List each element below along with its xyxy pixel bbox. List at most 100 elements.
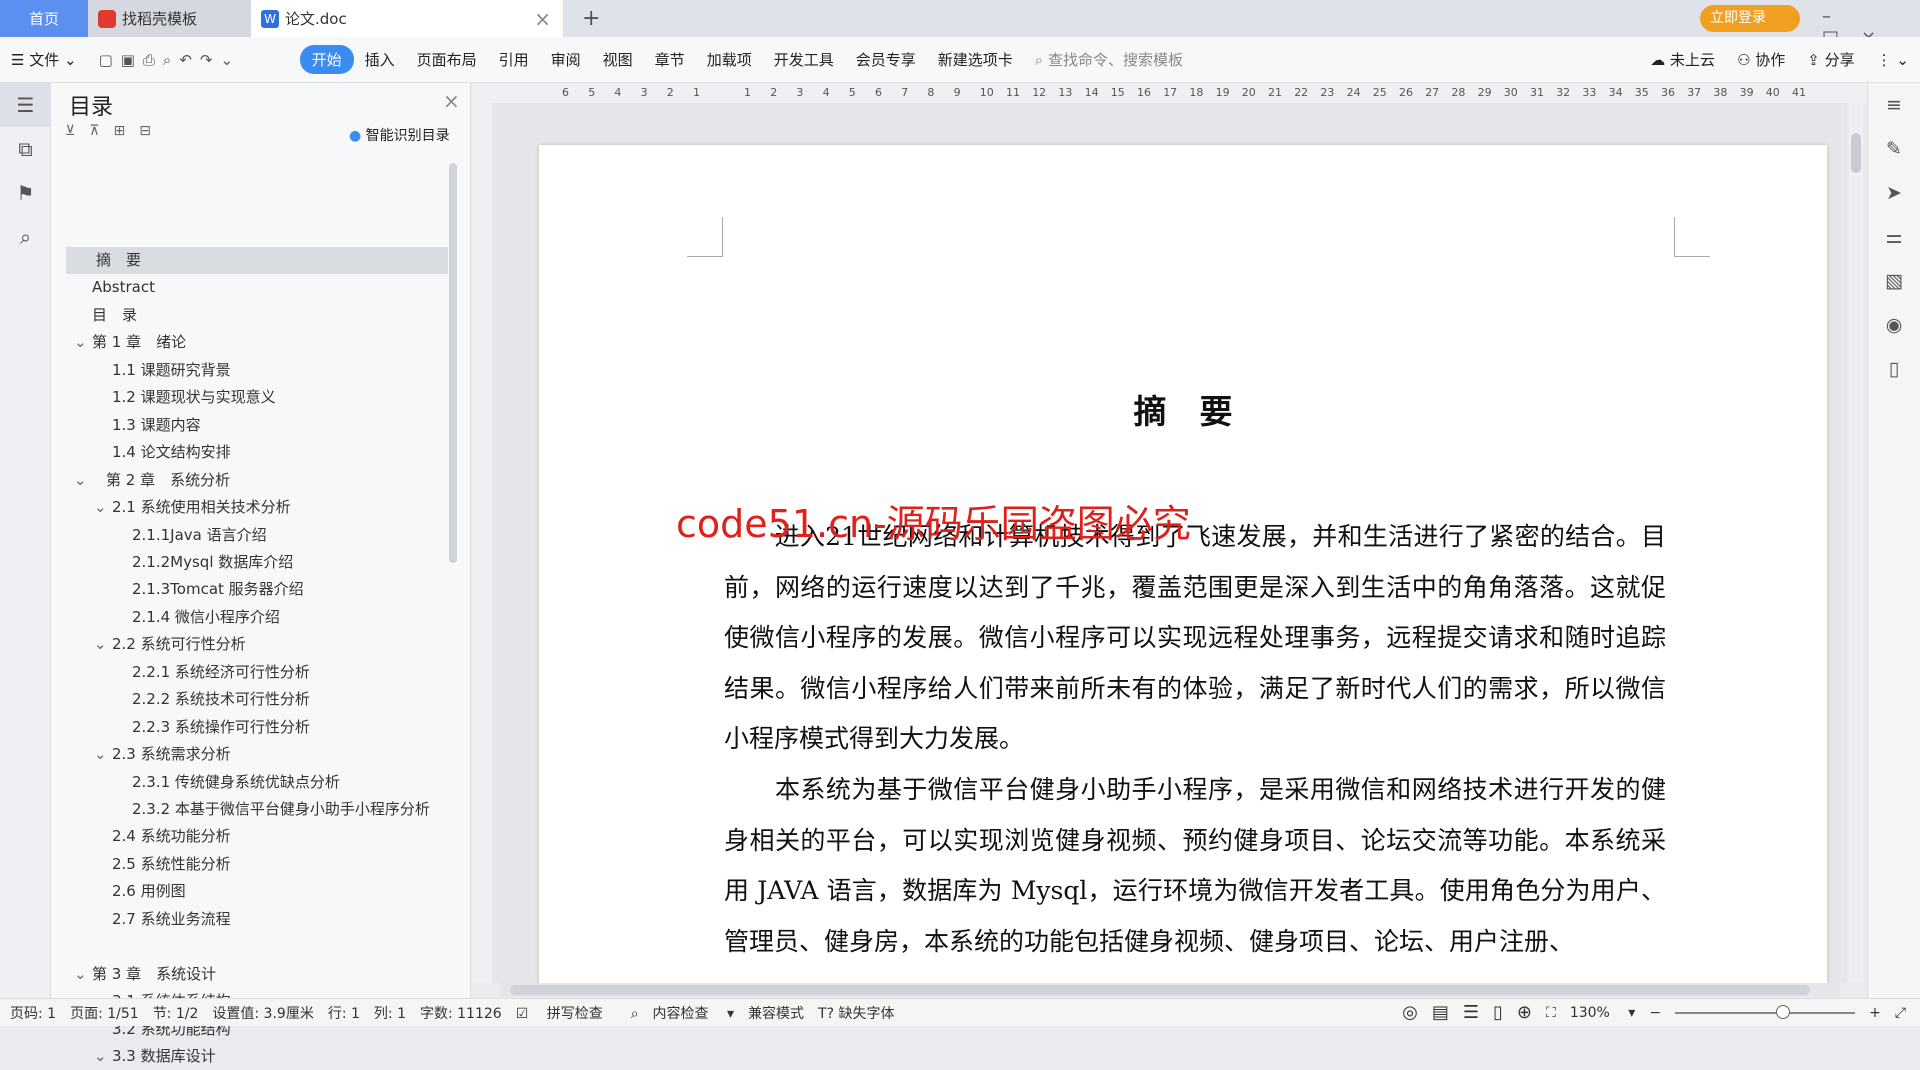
zoom-slider[interactable] bbox=[1675, 1004, 1856, 1019]
horizontal-scrollbar[interactable] bbox=[500, 983, 1840, 997]
content-check-button[interactable]: ⌕ 内容检查 ▾ bbox=[631, 1003, 734, 1023]
command-search[interactable]: ⌕ 查找命令、搜索模板 bbox=[1024, 49, 1194, 70]
toc-item[interactable]: 1.1 课题研究背景 bbox=[66, 357, 448, 384]
horizontal-ruler[interactable]: 6 5 4 3 2 1 1 2 3 4 5 6 7 8 9 10 11 12 13 14 15 16 17 18 19 20 21 2… bbox=[472, 83, 1867, 103]
tab-member[interactable]: 会员专享 bbox=[845, 49, 927, 70]
toc-item[interactable]: 2.5 系统性能分析 bbox=[66, 851, 448, 878]
docer-icon bbox=[98, 9, 116, 28]
menu-icon[interactable]: ≡ bbox=[1868, 83, 1920, 127]
navigation-icon[interactable]: ⧉ bbox=[0, 127, 51, 171]
tab-new[interactable]: 新建选项卡 bbox=[927, 49, 1024, 70]
toc-item[interactable]: 2.2.1 系统经济可行性分析 bbox=[66, 659, 448, 686]
toc-item[interactable]: 1.2 课题现状与实现意义 bbox=[66, 384, 448, 411]
zoom-in-button[interactable]: + bbox=[1869, 1005, 1881, 1021]
cursor-icon[interactable]: ➤ bbox=[1868, 171, 1920, 215]
tab-chapter[interactable]: 章节 bbox=[644, 49, 696, 70]
toc-item[interactable]: 2.3.2 本基于微信平台健身小助手小程序分析 bbox=[66, 796, 448, 823]
toc-item[interactable]: ⌄ 第 2 章 系统分析 bbox=[66, 467, 448, 494]
toc-item[interactable]: ⌄ 3.3 数据库设计 bbox=[66, 1043, 448, 1070]
toc-item[interactable]: ⌄ 第 3 章 系统设计 bbox=[66, 961, 448, 988]
tab-view[interactable]: 视图 bbox=[592, 49, 644, 70]
login-button[interactable]: 立即登录 bbox=[1700, 5, 1800, 32]
page-view-icon[interactable]: ▤ bbox=[1432, 1002, 1449, 1023]
tab-review[interactable]: 审阅 bbox=[540, 49, 592, 70]
book-icon[interactable]: ▯ bbox=[1868, 347, 1920, 391]
more-icon[interactable]: ⋮ ⌄ bbox=[1866, 51, 1920, 69]
toc-item[interactable]: Abstract bbox=[66, 274, 448, 301]
toc-item[interactable]: 2.2.2 系统技术可行性分析 bbox=[66, 686, 448, 713]
search-icon[interactable]: ⌕ bbox=[0, 215, 51, 259]
close-tab-icon[interactable]: × bbox=[534, 7, 551, 31]
tab-addins[interactable]: 加载项 bbox=[696, 49, 763, 70]
new-tab-button[interactable]: + bbox=[572, 0, 610, 37]
toc-item[interactable]: 1.3 课题内容 bbox=[66, 412, 448, 439]
chevron-down-icon[interactable]: ⌄ bbox=[94, 741, 112, 768]
chevron-down-icon[interactable]: ⌄ bbox=[94, 1043, 112, 1070]
right-tool-strip: ≡ ✎ ➤ ⚌ ▧ ◉ ▯ bbox=[1867, 83, 1920, 998]
outline-view-icon[interactable]: ☰ bbox=[1463, 1002, 1479, 1023]
chevron-down-icon[interactable]: ⌄ bbox=[94, 494, 112, 521]
fullscreen-icon[interactable]: ⤢ bbox=[1895, 1005, 1906, 1021]
toc-item[interactable]: 2.7 系统业务流程 bbox=[66, 906, 448, 933]
toc-item[interactable]: ⌄ 2.2 系统可行性分析 bbox=[66, 631, 448, 658]
tab-start[interactable]: 开始 bbox=[299, 45, 354, 74]
toc-item[interactable]: 2.2.3 系统操作可行性分析 bbox=[66, 714, 448, 741]
tab-layout[interactable]: 页面布局 bbox=[406, 49, 488, 70]
zoom-slider-thumb[interactable] bbox=[1776, 1004, 1791, 1019]
collab-button[interactable]: ⚇ 协作 bbox=[1726, 49, 1796, 70]
tab-developer[interactable]: 开发工具 bbox=[763, 49, 845, 70]
toc-item[interactable]: 2.1.2Mysql 数据库介绍 bbox=[66, 549, 448, 576]
toc-item[interactable]: 2.4 系统功能分析 bbox=[66, 823, 448, 850]
file-menu[interactable]: ☰ 文件 ⌄ bbox=[0, 49, 88, 70]
page-count[interactable]: 页面: 1/51 bbox=[70, 1003, 139, 1023]
toc-item[interactable]: ⌄ 2.3 系统需求分析 bbox=[66, 741, 448, 768]
image-icon[interactable]: ▧ bbox=[1868, 259, 1920, 303]
ruler-tick-label: 11 bbox=[1006, 86, 1020, 99]
tab-document[interactable]: W 论文.doc × bbox=[251, 0, 563, 37]
word-count[interactable]: 字数: 11126 bbox=[420, 1003, 502, 1023]
share-button[interactable]: ⇪ 分享 bbox=[1796, 49, 1865, 70]
toc-item[interactable]: 2.6 用例图 bbox=[66, 878, 448, 905]
smart-toc-button[interactable]: ● 智能识别目录 bbox=[349, 125, 450, 145]
missing-font-button[interactable]: T? 缺失字体 bbox=[818, 1003, 908, 1023]
toc-item[interactable]: 2.1.4 微信小程序介绍 bbox=[66, 604, 448, 631]
eye-protect-icon[interactable]: ◎ bbox=[1402, 1002, 1418, 1023]
tab-home[interactable]: 首页 bbox=[0, 0, 88, 37]
toc-item[interactable]: 目 录 bbox=[66, 302, 448, 329]
vertical-scrollbar[interactable] bbox=[1849, 103, 1863, 983]
zoom-out-button[interactable]: − bbox=[1649, 1005, 1661, 1021]
spell-check-button[interactable]: ☑ 拼写检查 bbox=[516, 1003, 617, 1023]
toc-item[interactable]: 2.3.1 传统健身系统优缺点分析 bbox=[66, 769, 448, 796]
fit-icon[interactable]: ⛶ bbox=[1546, 1005, 1556, 1021]
toc-item[interactable] bbox=[66, 933, 448, 960]
bookmark-icon[interactable]: ⚑ bbox=[0, 171, 51, 215]
cloud-button[interactable]: ☁ 未上云 bbox=[1639, 49, 1726, 70]
toc-icon[interactable]: ☰ bbox=[0, 83, 51, 127]
toc-item[interactable]: 摘 要 bbox=[66, 247, 448, 274]
adjust-icon[interactable]: ⚌ bbox=[1868, 215, 1920, 259]
toc-item[interactable]: 2.1.3Tomcat 服务器介绍 bbox=[66, 576, 448, 603]
chevron-down-icon[interactable]: ⌄ bbox=[94, 631, 112, 658]
chevron-down-icon[interactable]: ⌄ bbox=[74, 467, 92, 494]
ruler-tick-label: 33 bbox=[1582, 86, 1597, 99]
document-page[interactable]: 摘 要 进入21世纪网络和计算机技术得到了飞速发展，并和生活进行了紧密的结合。目… bbox=[539, 145, 1827, 983]
toc-controls[interactable]: ⊻⊼⊞⊟ bbox=[65, 123, 165, 139]
toc-item[interactable]: ⌄ 2.1 系统使用相关技术分析 bbox=[66, 494, 448, 521]
tab-insert[interactable]: 插入 bbox=[354, 49, 406, 70]
read-view-icon[interactable]: ▯ bbox=[1493, 1002, 1503, 1023]
pen-icon[interactable]: ✎ bbox=[1868, 127, 1920, 171]
toc-item[interactable]: ⌄ 第 1 章 绪论 bbox=[66, 329, 448, 356]
quick-access-icons[interactable]: ▢▣⎙⌕↶↷⌄ bbox=[88, 51, 300, 69]
toc-item[interactable]: 1.4 论文结构安排 bbox=[66, 439, 448, 466]
zoom-select[interactable]: 130% ▾ bbox=[1570, 1005, 1636, 1021]
chevron-down-icon[interactable]: ⌄ bbox=[74, 329, 92, 356]
chevron-down-icon[interactable]: ⌄ bbox=[74, 961, 92, 988]
toc-scrollbar[interactable] bbox=[449, 163, 457, 563]
tab-template[interactable]: 找稻壳模板 bbox=[88, 0, 251, 37]
vertical-ruler[interactable] bbox=[472, 103, 492, 983]
close-icon[interactable]: × bbox=[443, 89, 460, 113]
web-view-icon[interactable]: ⊕ bbox=[1517, 1002, 1532, 1023]
tab-reference[interactable]: 引用 bbox=[488, 49, 540, 70]
compass-icon[interactable]: ◉ bbox=[1868, 303, 1920, 347]
toc-item[interactable]: 2.1.1Java 语言介绍 bbox=[66, 522, 448, 549]
